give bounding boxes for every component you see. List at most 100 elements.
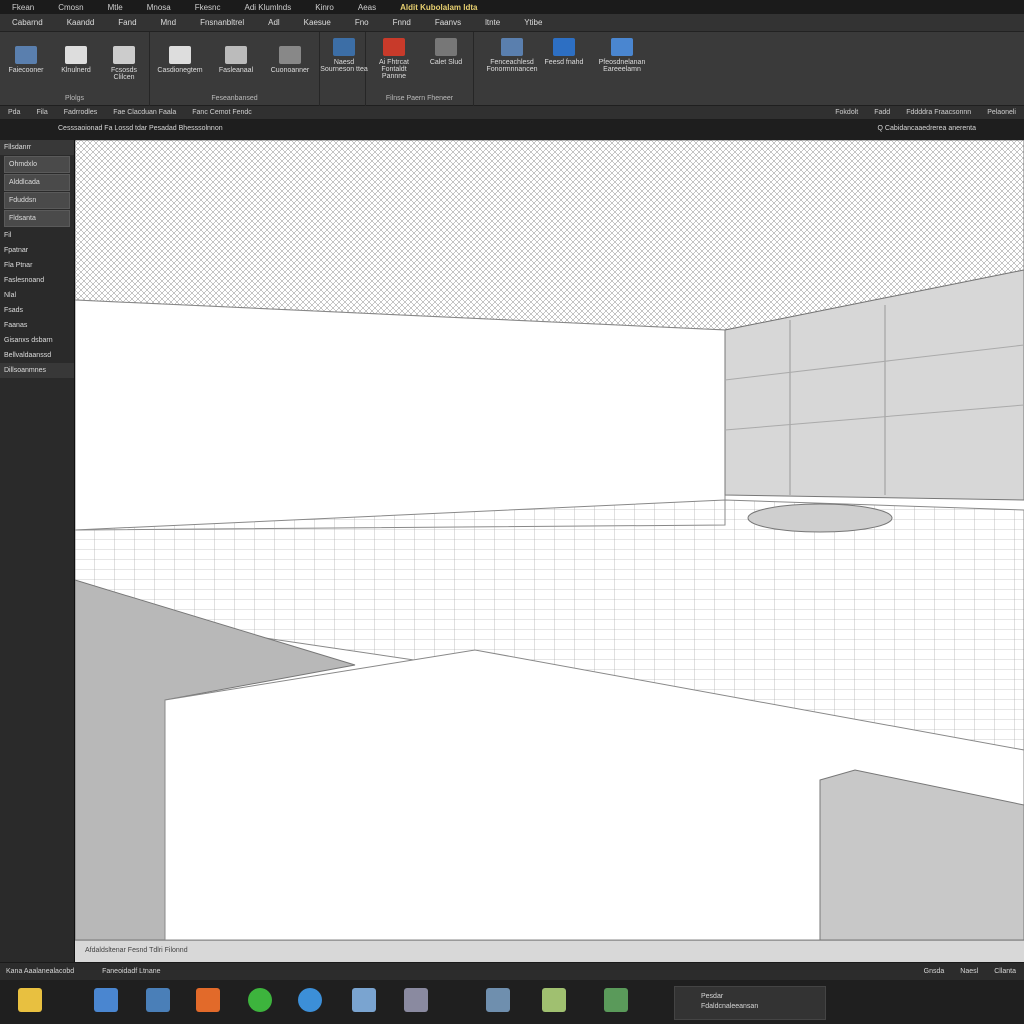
panel-item[interactable]: Fldsanta: [4, 210, 70, 227]
ribbon-button[interactable]: Fenceachlesd Fonormnnancen: [482, 38, 542, 73]
options-item[interactable]: Fadrrodles: [56, 109, 105, 116]
printer-icon: [435, 38, 457, 56]
title-menu-item[interactable]: Mtle: [96, 3, 135, 12]
ribbon-button[interactable]: Naesd Sourneson ttea: [320, 38, 368, 73]
title-menu-item[interactable]: Aeas: [346, 3, 388, 12]
ribbon-button-label: Pfeosdnelanan Eareeelamn: [598, 59, 646, 73]
status-item[interactable]: Cllanta: [986, 968, 1024, 975]
pdf-icon: [383, 38, 405, 56]
ribbon-button[interactable]: Pfeosdnelanan Eareeelamn: [592, 38, 652, 73]
ribbon-button-label: Ai Fhtrcat Fontaldt Pannne: [379, 59, 409, 80]
3d-viewport[interactable]: [75, 140, 1024, 940]
sheet-icon: [113, 46, 135, 64]
ribbon-button[interactable]: Feesd fnahd: [540, 38, 588, 66]
panel-item[interactable]: Fduddsn: [4, 192, 70, 209]
title-menu-item[interactable]: Kinro: [303, 3, 346, 12]
ribbon-button-label: Klnulnerd: [61, 67, 91, 74]
ribbon-tab[interactable]: Fno: [343, 18, 381, 27]
options-item[interactable]: Fokdolt: [827, 109, 866, 116]
ribbon-tab[interactable]: Kaandd: [55, 18, 107, 27]
ribbon-button-label: Fenceachlesd Fonormnnancen: [486, 59, 538, 73]
document-app-icon[interactable]: [486, 988, 510, 1012]
copy-icon: [225, 46, 247, 64]
options-bar: Pda Fila Fadrrodles Fae Clacduan Faala F…: [0, 106, 1024, 120]
ribbon-button[interactable]: Casdionegtem: [156, 46, 204, 74]
ribbon-button[interactable]: Klnulnerd: [52, 46, 100, 74]
monitor-app-icon[interactable]: [352, 988, 376, 1012]
paste-icon: [169, 46, 191, 64]
panel-item[interactable]: Alddlcada: [4, 174, 70, 191]
ribbon-tab[interactable]: Kaesue: [292, 18, 343, 27]
spreadsheet-icon[interactable]: [542, 988, 566, 1012]
ribbon-button[interactable]: Fcsosds Clilcen: [100, 46, 148, 81]
ribbon-button[interactable]: Faiecooner: [2, 46, 50, 74]
green-app-icon[interactable]: [604, 988, 628, 1012]
ribbon-tab[interactable]: Fnsnanbltrel: [188, 18, 256, 27]
panel-item[interactable]: Faanas: [0, 318, 74, 333]
title-menu-item[interactable]: Mnosa: [135, 3, 183, 12]
ribbon-group-label: Feseanbansed: [211, 95, 258, 102]
panel-item[interactable]: Nlal: [0, 288, 74, 303]
ribbon-tab[interactable]: Mnd: [149, 18, 189, 27]
ribbon-button-label: Casdionegtem: [157, 67, 203, 74]
panel-item[interactable]: Fla Ptnar: [0, 258, 74, 273]
wireframe-scene: [75, 140, 1024, 940]
status-item[interactable]: Gnsda: [916, 968, 953, 975]
ribbon-button-label: Feesd fnahd: [544, 59, 584, 66]
ribbon-tab[interactable]: Fand: [106, 18, 148, 27]
options-item[interactable]: Pelaoneli: [979, 109, 1024, 116]
panel-item[interactable]: Fsads: [0, 303, 74, 318]
explorer-icon[interactable]: [94, 988, 118, 1012]
server-icon[interactable]: [404, 988, 428, 1012]
options-item[interactable]: Pda: [0, 109, 28, 116]
status-item[interactable]: Naesl: [952, 968, 986, 975]
ribbon-button[interactable]: Cuonoanner: [266, 46, 314, 74]
ribbon-tab[interactable]: Ytibe: [512, 18, 554, 27]
status-bar: Kana Aaalanealacobd Faneoidadf Ltnane Gn…: [0, 962, 1024, 980]
panel-item[interactable]: Bellvaldaanssd: [0, 348, 74, 363]
status-item[interactable]: Faneoidadf Ltnane: [80, 968, 182, 975]
ribbon-tab[interactable]: ltnte: [473, 18, 512, 27]
ribbon: Faiecooner Klnulnerd Fcsosds Clilcen Plo…: [0, 32, 1024, 106]
refresh-icon[interactable]: [248, 988, 272, 1012]
taskbar: Pesdar Fdaldcnaleeansan: [0, 980, 1024, 1024]
search-field[interactable]: Q Cabidancaaedrerea anerenta: [878, 125, 976, 132]
lasso-icon: [279, 46, 301, 64]
title-menu-item[interactable]: Adi Klumlnds: [233, 3, 304, 12]
status-item[interactable]: Kana Aaalanealacobd: [0, 968, 80, 975]
ribbon-group-3: Naesd Sourneson ttea: [320, 32, 368, 106]
panel-item[interactable]: Ohmdxlo: [4, 156, 70, 173]
panel-item[interactable]: Dillsoanmnes: [0, 363, 74, 378]
viewport-status-text: Afdaldsltenar Fesnd Tdlri Filonnd: [85, 947, 188, 954]
options-item[interactable]: Fila: [28, 109, 55, 116]
ribbon-tab[interactable]: Fnnd: [381, 18, 423, 27]
panel-item[interactable]: Gisanxs dsbarn: [0, 333, 74, 348]
options-item[interactable]: Fanc Cemot Fendc: [184, 109, 260, 116]
title-menu-item[interactable]: Cmosn: [46, 3, 95, 12]
ribbon-tab[interactable]: Adl: [256, 18, 292, 27]
active-window-title: Pesdar: [701, 993, 724, 1000]
active-window-button[interactable]: Pesdar Fdaldcnaleeansan: [674, 986, 826, 1020]
active-window-subtitle: Fdaldcnaleeansan: [701, 1003, 759, 1010]
office-icon[interactable]: [196, 988, 220, 1012]
ribbon-group-label: Plolgs: [64, 95, 85, 102]
options-item[interactable]: Fae Clacduan Faala: [105, 109, 184, 116]
options-item[interactable]: Fadd: [866, 109, 898, 116]
browser-icon[interactable]: [298, 988, 322, 1012]
ribbon-button[interactable]: Ai Fhtrcat Fontaldt Pannne: [370, 38, 418, 80]
back-opening: [75, 299, 726, 531]
ribbon-button[interactable]: Calet Slud: [422, 38, 470, 66]
title-menu-item[interactable]: Fkesnc: [183, 3, 233, 12]
panel-item[interactable]: Faslesnoand: [0, 273, 74, 288]
ribbon-button[interactable]: Fasleanaal: [212, 46, 260, 74]
panel-item[interactable]: Fil: [0, 228, 74, 243]
options-item[interactable]: Fddddra Fraacsonnn: [898, 109, 979, 116]
ribbon-button-label: Fcsosds Clilcen: [110, 67, 138, 81]
title-menu-item[interactable]: Fkean: [0, 3, 46, 12]
start-icon[interactable]: [18, 988, 42, 1012]
folder-icon[interactable]: [146, 988, 170, 1012]
panel-item[interactable]: Fllsdanrr: [0, 140, 74, 155]
panel-item[interactable]: Fpatnar: [0, 243, 74, 258]
ribbon-tab[interactable]: Faanvs: [423, 18, 473, 27]
ribbon-tab[interactable]: Cabarnd: [0, 18, 55, 27]
